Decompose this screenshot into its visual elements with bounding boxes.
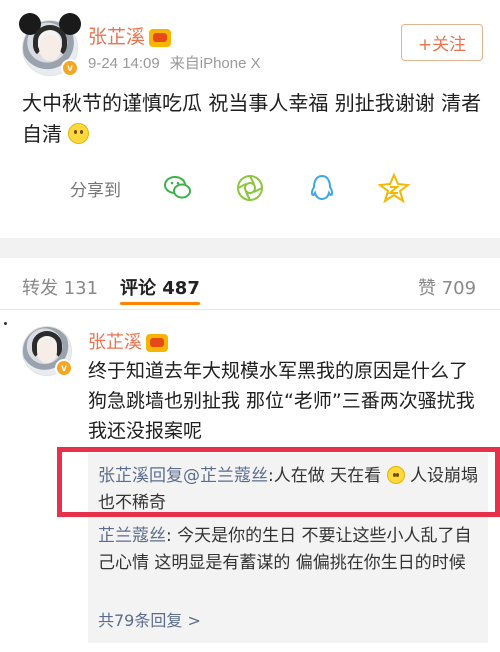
tab-comments[interactable]: 评论 487 — [120, 274, 200, 300]
commenter-avatar[interactable]: v — [22, 326, 73, 377]
reply-author[interactable]: 张芷溪回复@芷兰蔻丝 — [98, 466, 268, 486]
qq-icon[interactable] — [306, 172, 338, 204]
post-meta: 9-24 14:09 来自iPhone X — [88, 52, 261, 73]
share-label: 分享到 — [70, 181, 121, 201]
smile-emoji-icon — [386, 466, 405, 484]
author-avatar[interactable]: v — [19, 13, 81, 77]
tabs-divider — [0, 309, 500, 310]
member-crown-icon — [149, 28, 172, 47]
active-tab-indicator — [120, 302, 200, 305]
post-body: 大中秋节的谨慎吃瓜 祝当事人幸福 别扯我谢谢 清者自清 — [22, 88, 484, 150]
reply-item[interactable]: 芷兰蔻丝: 今天是你的生日 不要让这些小人乱了自己心情 这明显是有蓄谋的 偏偏挑… — [98, 523, 478, 577]
reply-thread[interactable]: 张芷溪回复@芷兰蔻丝:人在做 天在看 人设崩塌也不稀奇 芷兰蔻丝: 今天是你的生… — [88, 453, 488, 643]
reply-text: :人在做 天在看 — [268, 466, 382, 486]
follow-button[interactable]: +关注 — [401, 24, 483, 61]
member-crown-icon — [146, 334, 168, 352]
tab-likes[interactable]: 赞 709 — [418, 274, 476, 300]
interaction-tabs: 转发 131 评论 487 赞 709 — [0, 258, 500, 310]
post-time: 9-24 14:09 — [88, 55, 160, 72]
verified-badge-icon: v — [61, 59, 79, 77]
post-source: 来自iPhone X — [169, 55, 261, 72]
verified-badge-icon: v — [55, 359, 73, 377]
section-divider — [0, 238, 500, 258]
more-replies-link[interactable]: 共79条回复 > — [98, 607, 201, 631]
comment-text: 终于知道去年大规模水军黑我的原因是什么了 狗急跳墙也别扯我 那位“老师”三番两次… — [88, 360, 475, 442]
post-text: 大中秋节的谨慎吃瓜 祝当事人幸福 别扯我谢谢 清者自清 — [22, 91, 482, 146]
wechat-icon[interactable] — [162, 172, 194, 204]
reply-author[interactable]: 芷兰蔻丝 — [98, 526, 166, 546]
commenter-name[interactable]: 张芷溪 — [88, 328, 168, 354]
smile-emoji-icon — [68, 123, 90, 144]
qzone-icon[interactable] — [378, 172, 410, 204]
weibo-post: v 张芷溪 9-24 14:09 来自iPhone X +关注 大中秋节的谨慎吃瓜… — [0, 0, 500, 238]
author-name[interactable]: 张芷溪 — [88, 22, 172, 49]
tab-repost[interactable]: 转发 131 — [22, 274, 98, 300]
reply-item[interactable]: 张芷溪回复@芷兰蔻丝:人在做 天在看 人设崩塌也不稀奇 — [98, 463, 478, 517]
stray-dot — [4, 322, 7, 325]
moments-icon[interactable] — [234, 172, 266, 204]
